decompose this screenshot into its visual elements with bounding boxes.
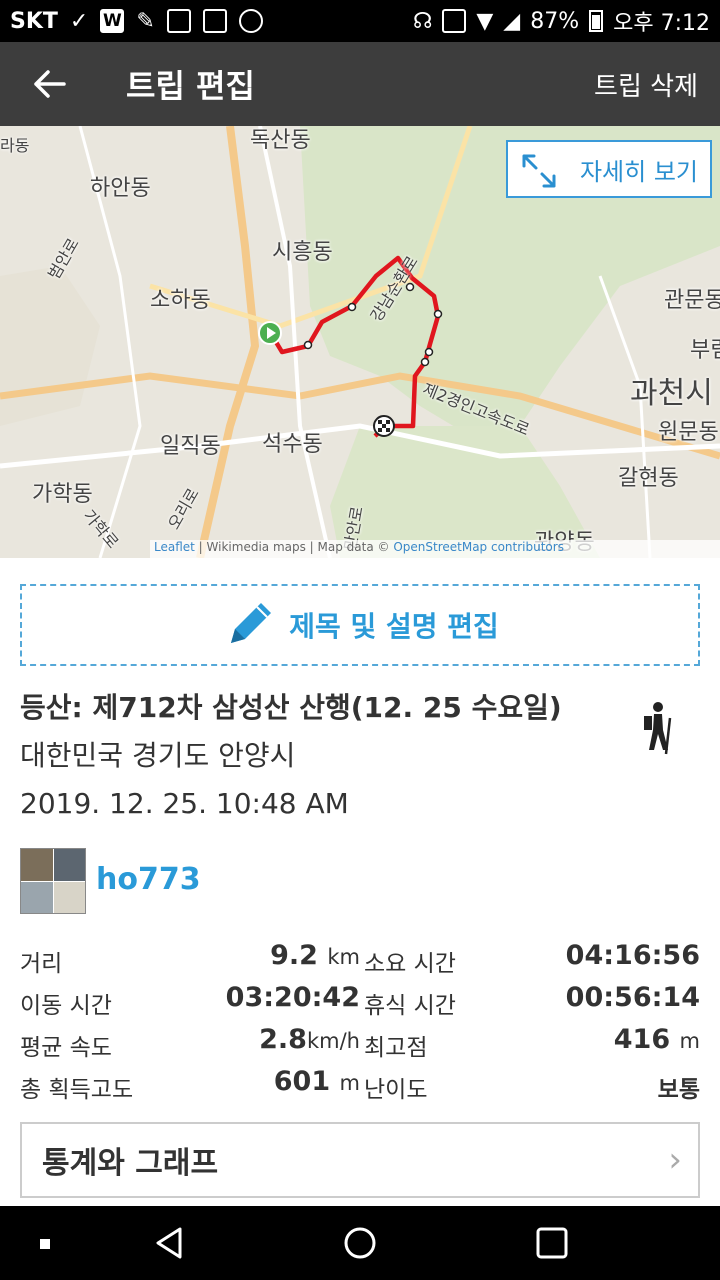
stat-label: 평균 속도	[20, 1035, 112, 1061]
leaflet-link[interactable]: Leaflet	[154, 540, 195, 554]
stat-label: 최고점	[364, 1035, 428, 1061]
headset-icon: ☊	[412, 8, 433, 34]
hiker-icon	[644, 702, 672, 755]
stat-value: 00:56:14	[565, 982, 700, 1013]
view-detail-button[interactable]: 자세히 보기	[506, 140, 712, 198]
arrow-left-icon	[34, 70, 66, 98]
route-map[interactable]: 독산동 하안동 시흥동 소하동 일직동 석수동 가학동 관문동 과천시 원문동 …	[0, 126, 720, 558]
stat-value: 03:20:42	[225, 982, 360, 1013]
stat-label: 난이도	[364, 1077, 428, 1103]
stat-row: 평균 속도 2.8km/h 최고점 416 m	[20, 1022, 700, 1064]
edit-title-description-button[interactable]: 제목 및 설명 편집	[20, 584, 700, 666]
stat-label: 거리	[20, 951, 63, 977]
map-label: 독산동	[250, 128, 311, 153]
map-label: 원문동	[658, 420, 719, 445]
trip-title: 등산: 제712차 삼성산 산행(12. 25 수요일)	[20, 691, 562, 724]
feather-icon: ✎	[136, 8, 155, 34]
map-label: 라동	[0, 136, 30, 155]
wifi-icon: ▼	[476, 8, 494, 34]
page-title: 트립 편집	[126, 67, 255, 105]
map-label: 관문동	[664, 288, 720, 313]
nav-recents-button[interactable]	[534, 1225, 570, 1261]
map-attribution: Leaflet | Wikimedia maps | Map data © Op…	[150, 540, 720, 558]
stat-row: 총 획득고도 601 m 난이도 보통	[20, 1064, 700, 1106]
delete-trip-button[interactable]: 트립 삭제	[594, 66, 698, 103]
search-status-icon	[238, 9, 263, 33]
map-label: 소하동	[150, 288, 211, 313]
trip-datetime: 2019. 12. 25. 10:48 AM	[20, 787, 349, 820]
difficulty-value: 보통	[657, 1077, 700, 1103]
stat-label: 소요 시간	[364, 951, 456, 977]
nav-back-button[interactable]	[152, 1225, 188, 1261]
map-label: 하안동	[90, 176, 151, 201]
battery-percent: 87%	[530, 8, 580, 34]
stat-value: 601 m	[273, 1066, 360, 1097]
nav-indicator-icon	[40, 1239, 50, 1249]
activity-icon	[166, 9, 191, 33]
status-bar: SKT ✓ W ✎ ☊ ▼ ◢ 87% 오후 7:12	[0, 0, 720, 42]
back-button[interactable]	[0, 42, 100, 126]
stat-row: 이동 시간 03:20:42 휴식 시간 00:56:14	[20, 980, 700, 1022]
stat-value: 2.8km/h	[259, 1024, 360, 1055]
username[interactable]: ho773	[96, 862, 201, 897]
stat-value: 9.2 km	[270, 940, 360, 971]
map-label: 석수동	[262, 432, 323, 457]
app-bar: 트립 편집 트립 삭제	[0, 42, 720, 126]
nfc-icon	[442, 9, 467, 33]
pencil-icon	[231, 603, 272, 643]
map-label: 갈현동	[618, 466, 679, 491]
stat-value: 416 m	[613, 1024, 700, 1055]
system-nav-bar	[0, 1206, 720, 1280]
stat-row: 거리 9.2 km 소요 시간 04:16:56	[20, 938, 700, 980]
trip-stats: 거리 9.2 km 소요 시간 04:16:56 이동 시간 03:20:42 …	[20, 938, 700, 1106]
clock: 오후 7:12	[613, 11, 710, 36]
osm-link[interactable]: OpenStreetMap contributors	[393, 540, 564, 554]
w-app-icon: W	[100, 9, 125, 33]
view-detail-label: 자세히 보기	[579, 157, 698, 186]
edit-label: 제목 및 설명 편집	[289, 610, 499, 643]
carrier-label: SKT	[10, 8, 58, 34]
map-label: 시흥동	[272, 240, 333, 265]
stat-label: 이동 시간	[20, 993, 112, 1019]
map-label: 가학동	[32, 482, 93, 507]
avatar[interactable]	[20, 848, 86, 914]
signal-icon: ◢	[503, 8, 521, 34]
map-label: 과천시	[630, 376, 713, 411]
map-label: 일직동	[160, 434, 221, 459]
finish-flag-icon	[373, 415, 395, 437]
stats-graph-label: 통계와 그래프	[42, 1146, 219, 1181]
stats-graph-button[interactable]: 통계와 그래프 ›	[20, 1122, 700, 1198]
check-icon: ✓	[69, 8, 89, 34]
battery-plus-icon	[202, 9, 227, 33]
nav-home-button[interactable]	[342, 1225, 378, 1261]
chevron-right-icon: ›	[668, 1140, 682, 1180]
stat-value: 04:16:56	[565, 940, 700, 971]
trip-location: 대한민국 경기도 안양시	[20, 739, 296, 772]
map-label: 부림	[690, 338, 720, 363]
attribution-text: | Wikimedia maps | Map data ©	[194, 540, 394, 554]
battery-icon	[589, 10, 604, 32]
expand-icon	[522, 154, 556, 188]
start-marker-icon	[258, 321, 282, 345]
stat-label: 총 획득고도	[20, 1077, 134, 1103]
stat-label: 휴식 시간	[364, 993, 456, 1019]
